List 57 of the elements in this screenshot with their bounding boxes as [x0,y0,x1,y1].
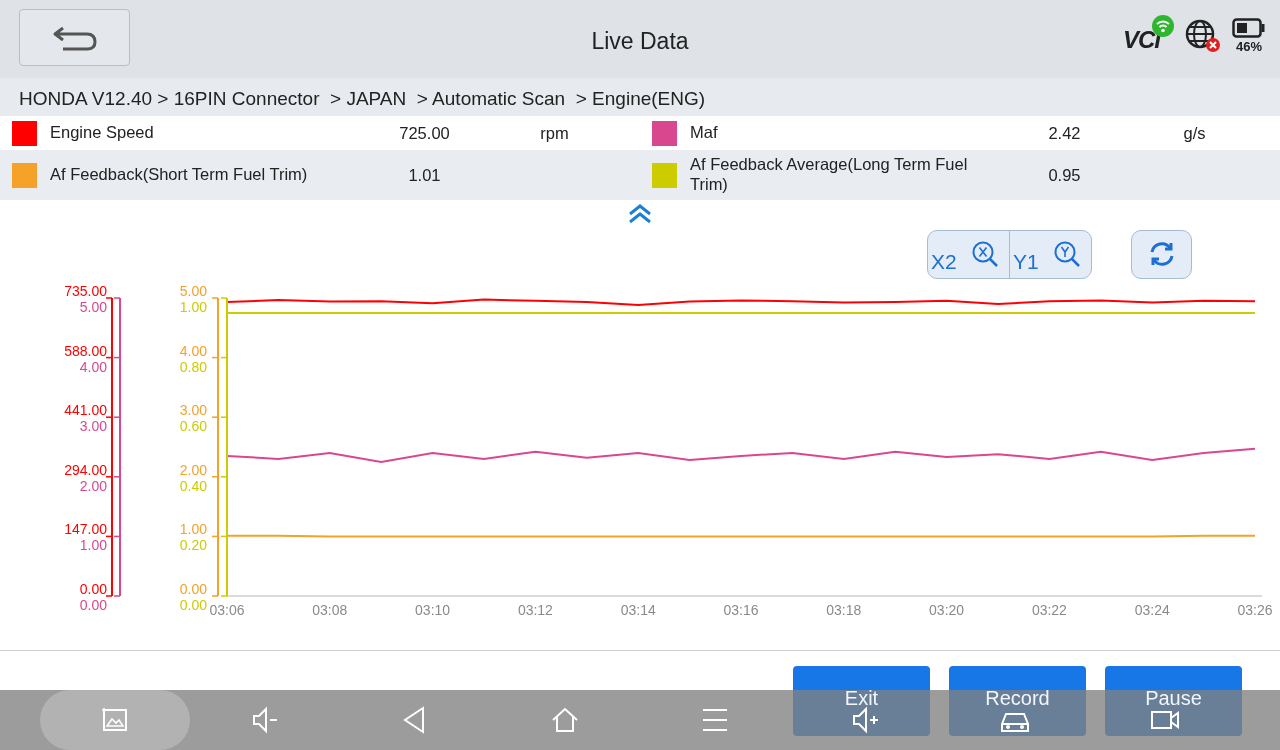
parameter-unit: g/s [1182,122,1207,144]
axis-tick-label: 147.00 [64,521,107,538]
parameter-name: Engine Speed [50,123,155,143]
axis-tick-label: 03:08 [312,602,348,618]
axis-tick-label: 5.00 [79,299,107,315]
globe-icon [1184,18,1222,54]
parameter-name: Af Feedback(Short Term Fuel Trim) [50,165,309,185]
axis-tick-label: 03:16 [723,602,759,618]
axis-tick-label: 03:06 [209,602,245,618]
parameter-name: Maf [690,123,719,143]
axis-tick-label: 3.00 [179,402,207,419]
axis-tick-label: 03:20 [929,602,965,618]
parameter-value: 725.00 [398,122,451,144]
axis-tick-label: 0.00 [179,597,207,613]
axis-tick-label: 03:10 [415,602,451,618]
parameter-name: Af Feedback Average(Long Term Fuel Trim) [690,155,969,195]
axis-tick-label: 0.00 [79,581,107,597]
axis-tick-label: 0.00 [179,581,207,597]
magnifier-icon [971,239,999,268]
parameter-unit: rpm [539,122,570,144]
axis-tick-label: 735.00 [64,283,107,299]
axis-tick-label: 1.00 [79,537,107,554]
axis-tick-label: 2.00 [179,461,207,478]
zoom-x-button[interactable]: X2 [928,230,1009,278]
axis-tick-label: 03:24 [1134,602,1170,618]
page-title: Live Data [591,28,689,54]
axis-tick-label: 294.00 [64,461,107,478]
axis-tick-label: 03:26 [1237,602,1273,618]
axis-tick-label: 2.00 [79,477,107,494]
zoom-y-button[interactable]: Y1 [1009,230,1091,278]
axis-tick-label: 0.20 [179,537,207,554]
breadcrumb: HONDA V12.40 > 16PIN Connector > JAPAN > Automatic Scan > Engine(ENG) [0,78,1280,116]
axis-tick-label: 0.40 [179,477,207,494]
axis-tick-label: 03:22 [1031,602,1067,618]
refresh-button[interactable] [1131,229,1192,279]
collapse-icon[interactable] [627,204,653,224]
parameter-value: 2.42 [1047,122,1082,144]
axis-tick-label: 0.80 [179,358,207,375]
battery-icon [1232,18,1266,38]
parameter-value: 1.01 [407,164,442,186]
axis-tick-label: 0.60 [179,418,207,435]
axis-tick-label: 1.00 [179,299,207,315]
axis-tick-label: 4.00 [179,342,207,359]
axis-tick-label: 3.00 [79,418,107,435]
axis-tick-label: 1.00 [179,521,207,538]
axis-tick-label: 5.00 [179,283,207,299]
axis-tick-label: 03:12 [517,602,553,618]
axis-tick-label: 03:18 [826,602,862,618]
axis-tick-label: 4.00 [79,358,107,375]
battery-percent: 46% [1236,40,1262,53]
back-button[interactable] [19,9,130,66]
axis-tick-label: 03:14 [620,602,656,618]
axis-tick-label: 588.00 [64,342,107,359]
axis-tick-label: 441.00 [64,402,107,419]
parameter-value: 0.95 [1047,164,1082,186]
axis-tick-label: 0.00 [79,597,107,613]
magnifier-icon [1053,239,1081,268]
